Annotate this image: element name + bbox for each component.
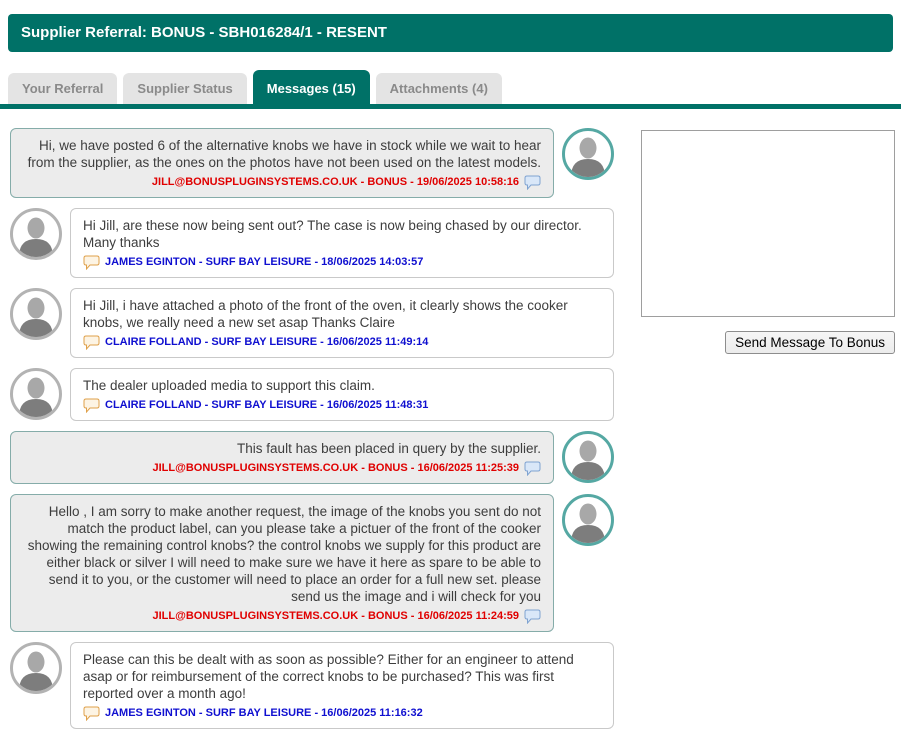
message-bubble: This fault has been placed in query by t… [10,431,554,484]
tab-supplier-status[interactable]: Supplier Status [123,73,247,104]
speech-bubble-icon-wrap [524,609,541,624]
page-title-bar: Supplier Referral: BONUS - SBH016284/1 -… [8,14,893,52]
message-footer: JAMES EGINTON - SURF BAY LEISURE - 18/06… [83,254,601,271]
tab-attachments-4[interactable]: Attachments (4) [375,73,502,104]
message-meta: JILL@BONUSPLUGINSYSTEMS.CO.UK - BONUS - … [151,176,519,188]
page-title: Supplier Referral: BONUS - SBH016284/1 -… [21,24,387,41]
message-text: Please can this be dealt with as soon as… [83,652,574,701]
person-icon [19,297,53,337]
message-meta: CLAIRE FOLLAND - SURF BAY LEISURE - 16/0… [105,399,429,411]
speech-bubble-icon [83,706,100,721]
message-footer: JILL@BONUSPLUGINSYSTEMS.CO.UK - BONUS - … [23,174,541,191]
message-row: Hi Jill, i have attached a photo of the … [10,288,614,358]
speech-bubble-icon [83,398,100,413]
person-icon [571,137,605,177]
message-row: Hello , I am sorry to make another reque… [10,494,614,632]
message-input[interactable] [641,130,895,317]
message-meta: CLAIRE FOLLAND - SURF BAY LEISURE - 16/0… [105,336,429,348]
message-meta: JILL@BONUSPLUGINSYSTEMS.CO.UK - BONUS - … [152,610,520,622]
message-text: This fault has been placed in query by t… [237,441,541,456]
person-icon [571,503,605,543]
tab-label: Supplier Status [137,81,233,96]
message-bubble: Hi Jill, are these now being sent out? T… [70,208,614,278]
speech-bubble-icon-wrap [524,175,541,190]
tab-bar: Your Referral Supplier Status Messages (… [8,70,901,104]
tab-messages-15[interactable]: Messages (15) [252,70,370,104]
message-footer: CLAIRE FOLLAND - SURF BAY LEISURE - 16/0… [83,397,601,414]
message-meta: JAMES EGINTON - SURF BAY LEISURE - 18/06… [105,256,424,268]
speech-bubble-icon-wrap [83,335,100,350]
message-bubble: Hi Jill, i have attached a photo of the … [70,288,614,358]
tab-label: Your Referral [22,81,104,96]
speech-bubble-icon-wrap [83,398,100,413]
message-footer: JAMES EGINTON - SURF BAY LEISURE - 16/06… [83,705,601,722]
speech-bubble-icon [83,335,100,350]
message-footer: CLAIRE FOLLAND - SURF BAY LEISURE - 16/0… [83,334,601,351]
message-bubble: Hi, we have posted 6 of the alternative … [10,128,554,198]
person-icon [19,377,53,417]
message-list: Hi, we have posted 6 of the alternative … [10,128,614,729]
person-icon [19,217,53,257]
tab-your-referral[interactable]: Your Referral [8,73,118,104]
message-row: The dealer uploaded media to support thi… [10,368,614,421]
message-bubble: The dealer uploaded media to support thi… [70,368,614,421]
message-meta: JAMES EGINTON - SURF BAY LEISURE - 16/06… [105,707,423,719]
message-footer: JILL@BONUSPLUGINSYSTEMS.CO.UK - BONUS - … [23,460,541,477]
send-message-button[interactable]: Send Message To Bonus [725,331,895,354]
speech-bubble-icon-wrap [524,461,541,476]
speech-bubble-icon-wrap [83,255,100,270]
avatar [10,208,62,260]
compose-panel: Send Message To Bonus [641,128,895,354]
speech-bubble-icon [83,255,100,270]
message-footer: JILL@BONUSPLUGINSYSTEMS.CO.UK - BONUS - … [23,608,541,625]
message-row: Hi Jill, are these now being sent out? T… [10,208,614,278]
person-icon [19,651,53,691]
message-row: Please can this be dealt with as soon as… [10,642,614,729]
message-text: Hi Jill, are these now being sent out? T… [83,218,582,250]
message-bubble: Hello , I am sorry to make another reque… [10,494,554,632]
speech-bubble-icon [524,175,541,190]
person-icon [571,440,605,480]
avatar [10,288,62,340]
message-meta: JILL@BONUSPLUGINSYSTEMS.CO.UK - BONUS - … [152,462,520,474]
avatar [562,494,614,546]
speech-bubble-icon [524,461,541,476]
speech-bubble-icon [524,609,541,624]
compose-button-row: Send Message To Bonus [641,331,895,354]
message-bubble: Please can this be dealt with as soon as… [70,642,614,729]
avatar [10,642,62,694]
avatar [562,128,614,180]
message-text: Hello , I am sorry to make another reque… [27,504,541,604]
message-row: Hi, we have posted 6 of the alternative … [10,128,614,198]
avatar [562,431,614,483]
tab-label: Attachments (4) [389,81,488,96]
speech-bubble-icon-wrap [83,706,100,721]
message-text: Hi, we have posted 6 of the alternative … [27,138,541,170]
message-text: The dealer uploaded media to support thi… [83,378,375,393]
content-area: Hi, we have posted 6 of the alternative … [0,109,901,729]
message-row: This fault has been placed in query by t… [10,431,614,484]
tab-label: Messages (15) [266,81,356,96]
avatar [10,368,62,420]
message-text: Hi Jill, i have attached a photo of the … [83,298,568,330]
supplier-referral-page: Supplier Referral: BONUS - SBH016284/1 -… [0,14,901,729]
